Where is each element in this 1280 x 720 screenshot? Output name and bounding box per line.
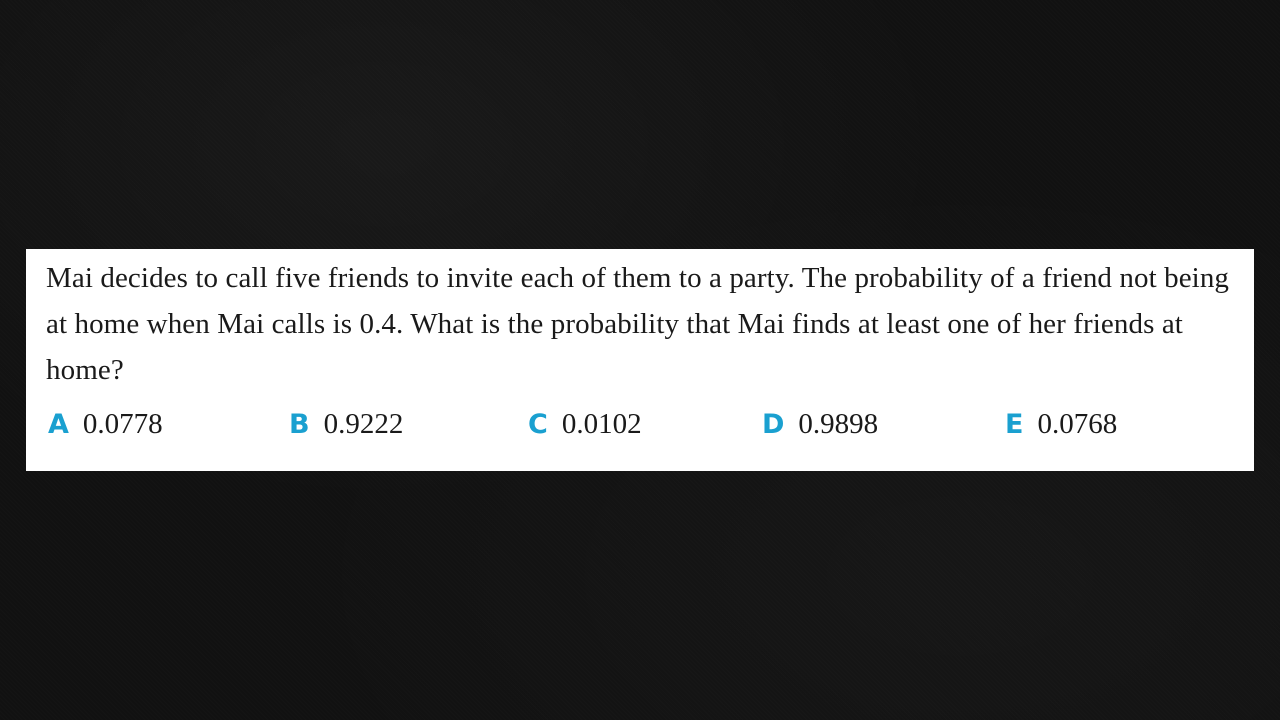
answer-option-b[interactable]: B 0.9222: [289, 402, 403, 446]
answer-letter-b: B: [289, 408, 310, 440]
answer-value-a: 0.0778: [82, 407, 163, 440]
answer-value-b: 0.9222: [323, 407, 404, 440]
answer-value-c: 0.0102: [561, 407, 642, 440]
answer-letter-c: C: [528, 408, 548, 440]
answer-letter-d: D: [762, 408, 785, 440]
question-text: Mai decides to call five friends to invi…: [46, 262, 1230, 386]
answer-letter-a: A: [48, 408, 69, 440]
answer-value-d: 0.9898: [798, 407, 879, 440]
question-card: Mai decides to call five friends to invi…: [26, 249, 1254, 471]
answer-options: A 0.0778 B 0.9222 C 0.0102 D 0.9898 E 0.…: [46, 402, 1246, 446]
slide: Mai decides to call five friends to invi…: [0, 0, 1280, 720]
answer-option-a[interactable]: A 0.0778: [48, 402, 163, 446]
answer-letter-e: E: [1005, 408, 1024, 440]
answer-option-d[interactable]: D 0.9898: [762, 402, 878, 446]
answer-value-e: 0.0768: [1037, 407, 1118, 440]
answer-option-e[interactable]: E 0.0768: [1005, 402, 1117, 446]
answer-option-c[interactable]: C 0.0102: [528, 402, 642, 446]
